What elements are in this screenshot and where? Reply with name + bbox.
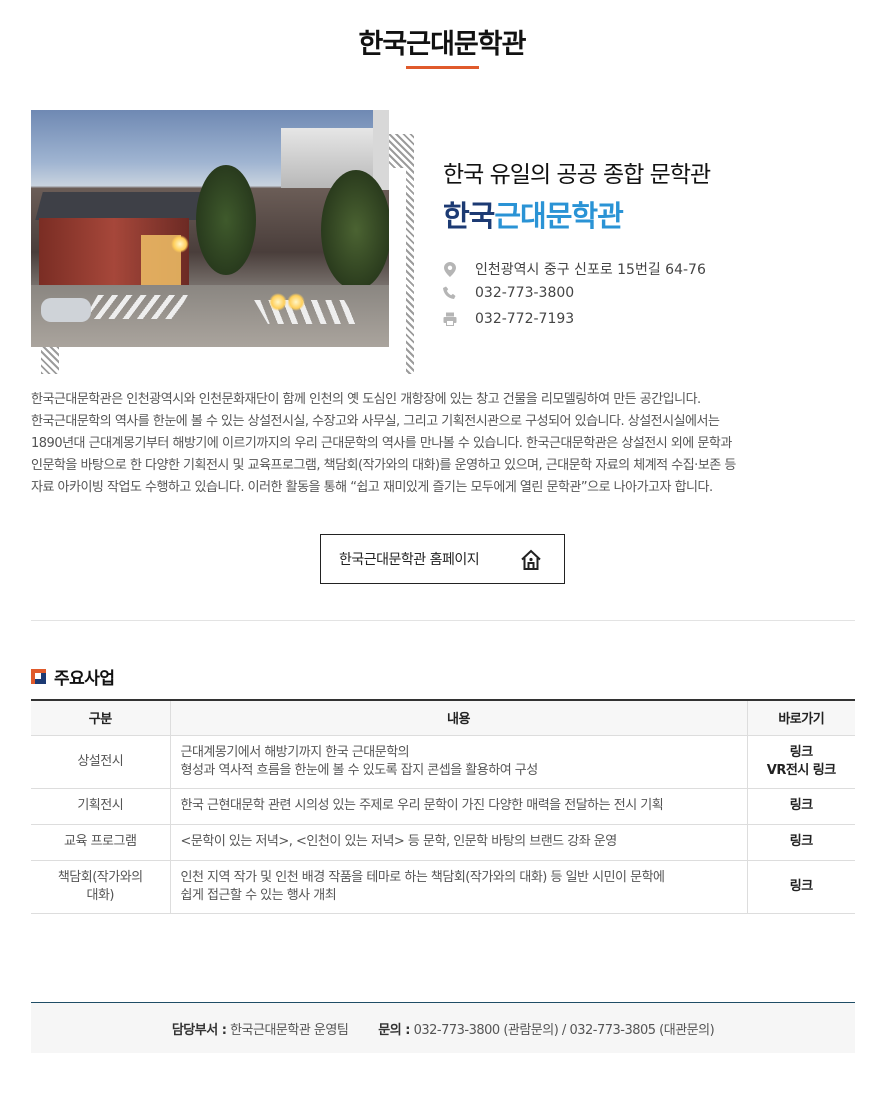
footer-info-bar: 담당부서 : 한국근대문학관 운영팀 문의 : 032-773-3800 (관람…	[31, 1002, 855, 1053]
page-title: 한국근대문학관	[358, 29, 527, 60]
shortcut-cell: 링크	[746, 824, 855, 861]
contact-address: 인천광역시 중구 신포로 15번길 64-76	[443, 259, 706, 279]
book-talk-link[interactable]: 링크	[758, 878, 846, 896]
homepage-button[interactable]: 한국근대문학관 홈페이지	[320, 534, 565, 584]
column-header: 내용	[169, 699, 747, 736]
description-line: 한국근대문학관은 인천광역시와 인천문화재단이 함께 인천의 옛 도심인 개항장…	[31, 392, 701, 407]
category-cell: 상설전시	[31, 735, 170, 789]
museum-photo-frame	[31, 110, 415, 382]
section-divider	[31, 620, 855, 621]
section-heading: 주요사업	[31, 664, 115, 689]
contact-fax: 032-772-7193	[443, 311, 574, 327]
title-underline	[406, 66, 479, 69]
content-line: 쉽게 접근할 수 있는 행사 개최	[180, 887, 337, 903]
description-line: 1890년대 근대계몽기부터 해방기에 이르기까지의 우리 근대문학의 역사를 …	[31, 436, 732, 451]
business-table: 구분 내용 바로가기 상설전시 근대계몽기에서 해방기까지 한국 근대문학의 형…	[31, 699, 855, 914]
contact-phone: 032-773-3800	[443, 285, 574, 301]
inquiry-label: 문의 :	[378, 1022, 410, 1038]
home-icon	[520, 549, 542, 571]
museum-description: 한국근대문학관은 인천광역시와 인천문화재단이 함께 인천의 옛 도심인 개항장…	[31, 389, 861, 499]
description-line: 한국근대문학의 역사를 한눈에 볼 수 있는 상설전시실, 수장고와 사무실, …	[31, 414, 720, 429]
intro-subtitle: 한국 유일의 공공 종합 문학관	[443, 162, 711, 188]
description-line: 자료 아카이빙 작업도 수행하고 있습니다. 이러한 활동을 통해 “쉽고 재미…	[31, 480, 713, 495]
intro-museum-name: 한국근대문학관	[443, 193, 624, 235]
printer-icon	[443, 311, 457, 327]
content-line: 형성과 역사적 흐름을 한눈에 볼 수 있도록 잡지 콘셉을 활용하여 구성	[180, 762, 539, 778]
table-row: 기획전시 한국 근현대문학 관련 시의성 있는 주제로 우리 문학이 가진 다양…	[31, 788, 855, 825]
content-cell: <문학이 있는 저녁>, <인천이 있는 저녁> 등 문학, 인문학 바탕의 브…	[169, 824, 747, 861]
phone-icon	[443, 285, 457, 301]
shortcut-cell: 링크	[746, 788, 855, 825]
exhibition-link[interactable]: 링크	[758, 744, 846, 762]
category-cell: 교육 프로그램	[31, 824, 170, 861]
phone-text: 032-773-3800	[475, 285, 575, 301]
content-line: 인천 지역 작가 및 인천 배경 작품을 테마로 하는 책담회(작가와의 대화)…	[180, 869, 666, 885]
column-header: 구분	[31, 699, 170, 736]
category-line: 대화)	[86, 887, 115, 903]
table-row: 책담회(작가와의 대화) 인천 지역 작가 및 인천 배경 작품을 테마로 하는…	[31, 860, 855, 914]
table-row: 교육 프로그램 <문학이 있는 저녁>, <인천이 있는 저녁> 등 문학, 인…	[31, 824, 855, 861]
dept-label: 담당부서 :	[171, 1022, 227, 1038]
address-text: 인천광역시 중구 신포로 15번길 64-76	[475, 262, 706, 278]
table-header-row: 구분 내용 바로가기	[31, 699, 855, 736]
category-cell: 기획전시	[31, 788, 170, 825]
homepage-button-label: 한국근대문학관 홈페이지	[339, 552, 480, 568]
shortcut-cell: 링크 VR전시 링크	[746, 735, 855, 789]
map-pin-icon	[443, 261, 457, 277]
table-row: 상설전시 근대계몽기에서 해방기까지 한국 근대문학의 형성과 역사적 흐름을 …	[31, 735, 855, 789]
education-program-link[interactable]: 링크	[758, 833, 846, 851]
content-cell: 한국 근현대문학 관련 시의성 있는 주제로 우리 문학이 가진 다양한 매력을…	[169, 788, 747, 825]
column-header: 바로가기	[746, 699, 855, 736]
description-line: 인문학을 바탕으로 한 다양한 기획전시 및 교육프로그램, 책담회(작가와의 …	[31, 458, 736, 473]
name-part-dark: 한국	[443, 199, 495, 233]
section-title: 주요사업	[54, 669, 115, 689]
vr-exhibition-link[interactable]: VR전시 링크	[758, 762, 846, 780]
fax-text: 032-772-7193	[475, 311, 575, 327]
museum-photo	[31, 110, 389, 347]
inquiry-value: 032-773-3800 (관람문의) / 032-773-3805 (대관문의…	[413, 1022, 715, 1038]
dept-value: 한국근대문학관 운영팀	[230, 1022, 349, 1038]
category-cell: 책담회(작가와의 대화)	[31, 860, 170, 914]
name-part-blue: 근대문학관	[494, 199, 623, 233]
content-line: 근대계몽기에서 해방기까지 한국 근대문학의	[180, 744, 410, 760]
content-cell: 근대계몽기에서 해방기까지 한국 근대문학의 형성과 역사적 흐름을 한눈에 볼…	[169, 735, 747, 789]
category-line: 책담회(작가와의	[57, 869, 143, 885]
section-square-icon	[31, 669, 46, 684]
shortcut-cell: 링크	[746, 860, 855, 914]
special-exhibition-link[interactable]: 링크	[758, 797, 846, 815]
content-cell: 인천 지역 작가 및 인천 배경 작품을 테마로 하는 책담회(작가와의 대화)…	[169, 860, 747, 914]
